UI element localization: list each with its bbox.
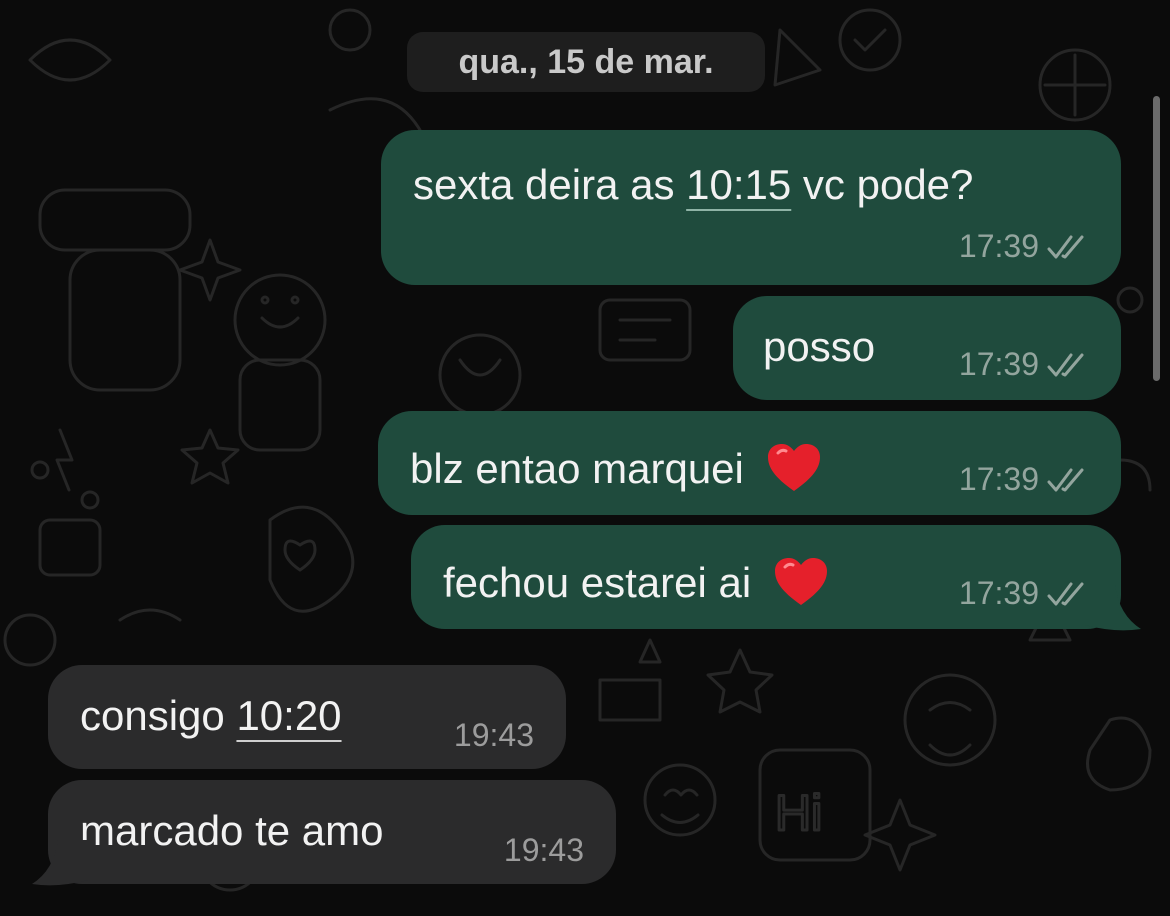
read-ticks-icon — [1047, 235, 1084, 258]
message-text-part: consigo — [80, 692, 237, 739]
message-text: posso — [763, 323, 876, 370]
message-time: 17:39 — [958, 346, 1039, 382]
message-bubble-outgoing[interactable]: sexta deira as 10:15 vc pode? 17:39 — [381, 130, 1121, 285]
svg-text:Hi: Hi — [775, 785, 822, 841]
read-ticks-icon — [1047, 468, 1084, 491]
red-heart-icon — [774, 558, 827, 605]
message-text-part: sexta deira as — [413, 161, 687, 208]
message-text: fechou estarei ai — [443, 555, 829, 611]
read-ticks-icon — [1047, 353, 1084, 376]
message-time: 17:39 — [958, 575, 1039, 611]
message-text-part: vc pode? — [791, 161, 974, 208]
message-text: consigo 10:20 — [80, 695, 342, 737]
message-meta: 17:39 — [959, 461, 1091, 498]
message-meta: 19:43 — [504, 832, 584, 869]
message-bubble-outgoing[interactable]: fechou estarei ai 17:39 — [411, 525, 1121, 629]
message-bubble-incoming[interactable]: consigo 10:20 19:43 — [48, 665, 566, 769]
message-meta: 17:39 — [959, 228, 1091, 265]
message-bubble-incoming[interactable]: marcado te amo 19:43 — [48, 780, 616, 884]
message-text-part: blz entao marquei — [410, 445, 744, 492]
scrollbar[interactable] — [1153, 96, 1160, 381]
message-text: sexta deira as 10:15 vc pode? — [413, 164, 973, 206]
date-separator: qua., 15 de mar. — [407, 32, 765, 92]
time-link[interactable]: 10:15 — [686, 161, 791, 208]
message-bubble-outgoing[interactable]: posso 17:39 — [733, 296, 1121, 400]
time-link[interactable]: 10:20 — [236, 692, 341, 739]
message-text: marcado te amo — [80, 807, 384, 854]
red-heart-icon — [767, 444, 820, 491]
message-time: 17:39 — [958, 228, 1039, 264]
message-bubble-outgoing[interactable]: blz entao marquei 17:39 — [378, 411, 1121, 515]
message-meta: 19:43 — [454, 717, 534, 754]
bubble-tail — [32, 840, 88, 886]
message-meta: 17:39 — [959, 575, 1091, 612]
message-time: 17:39 — [958, 461, 1039, 497]
message-text-part: fechou estarei ai — [443, 559, 752, 606]
message-time: 19:43 — [503, 832, 584, 868]
message-text: blz entao marquei — [410, 441, 822, 497]
bubble-tail — [1085, 585, 1141, 631]
message-meta: 17:39 — [959, 346, 1091, 383]
message-time: 19:43 — [453, 717, 534, 753]
